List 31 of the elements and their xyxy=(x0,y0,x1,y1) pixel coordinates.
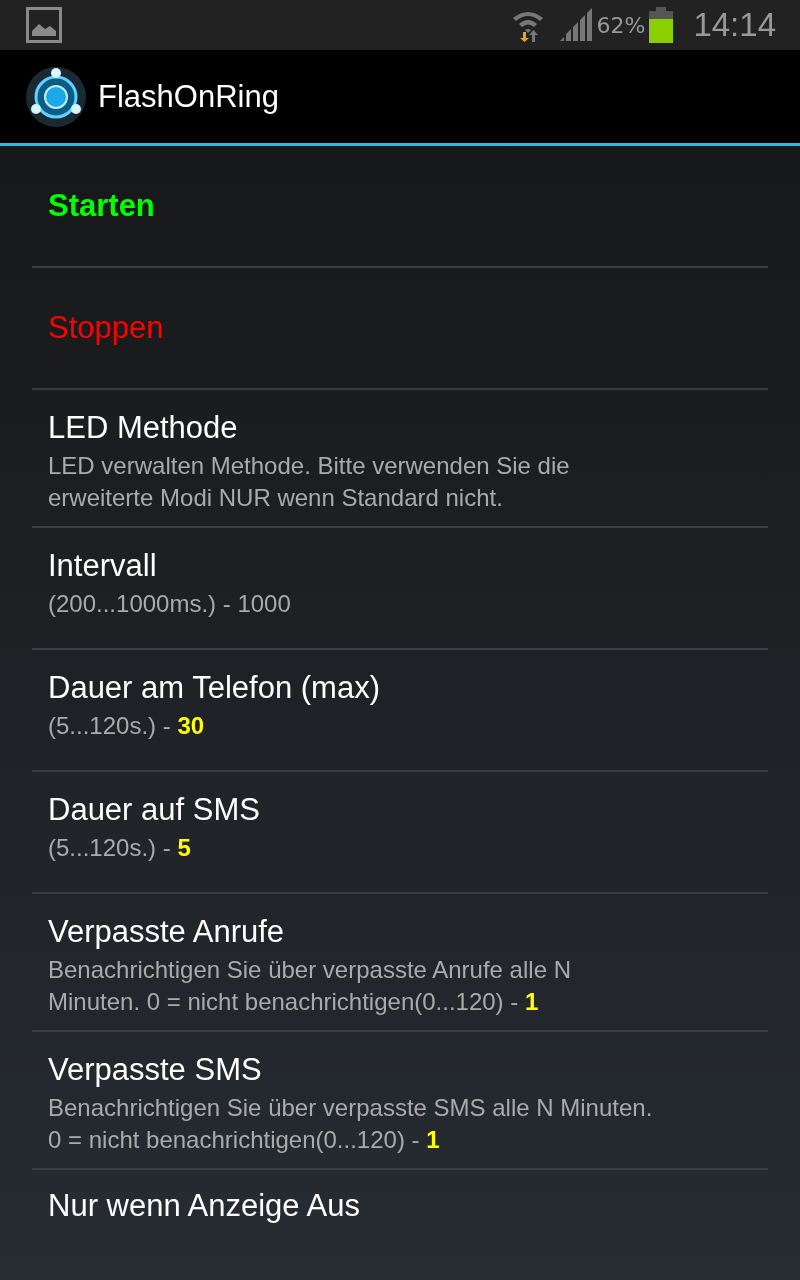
setting-item[interactable]: Verpasste Anrufe Benachrichtigen Sie über verpasste Anrufe alle N Minuten. 0 = nicht benachrichtigen(0...120) - 1 xyxy=(32,894,768,1032)
app-logo-icon xyxy=(24,64,88,129)
setting-item[interactable]: Verpasste SMS Benachrichtigen Sie über verpasste SMS alle N Minuten. 0 = nicht benachrichtigen(0...120) - 1 xyxy=(32,1032,768,1170)
battery-percent: 62% xyxy=(596,12,646,38)
setting-item[interactable]: Dauer am Telefon (max) (5...120s.) - 30 xyxy=(32,650,768,772)
action-title: Stoppen xyxy=(48,310,165,346)
setting-summary: (5...120s.) - 5 xyxy=(48,833,192,863)
setting-summary: (200...1000ms.) - 1000 xyxy=(48,589,292,619)
app-title: FlashOnRing xyxy=(98,78,279,115)
setting-title: Dauer auf SMS xyxy=(48,791,261,829)
picture-notification-icon xyxy=(26,7,62,43)
action-title: Starten xyxy=(48,188,156,224)
setting-title: Nur wenn Anzeige Aus xyxy=(48,1187,361,1225)
setting-summary: (5...120s.) - 30 xyxy=(48,711,206,741)
setting-title: Verpasste SMS xyxy=(48,1051,263,1089)
setting-summary: Benachrichtigen Sie über verpasste Anrufe alle N Minuten. 0 = nicht benachrichtigen(0...120) - 1 xyxy=(48,955,572,1017)
action-item[interactable]: Starten xyxy=(32,146,768,268)
setting-title: LED Methode xyxy=(48,409,239,447)
setting-summary: Benachrichtigen Sie über verpasste SMS alle N Minuten. 0 = nicht benachrichtigen(0...120) - 1 xyxy=(48,1093,654,1155)
signal-icon xyxy=(558,8,593,42)
action-item[interactable]: Stoppen xyxy=(32,268,768,390)
clock: 14:14 xyxy=(693,6,776,44)
setting-title: Intervall xyxy=(48,547,158,585)
battery-icon xyxy=(649,7,674,43)
setting-item[interactable]: LED Methode LED verwalten Methode. Bitte verwenden Sie die erweiterte Modi NUR wenn Standard nicht. xyxy=(32,390,768,528)
setting-summary: LED verwalten Methode. Bitte verwenden Sie die erweiterte Modi NUR wenn Standard nicht. xyxy=(48,451,571,513)
setting-item[interactable]: Dauer auf SMS (5...120s.) - 5 xyxy=(32,772,768,894)
setting-title: Verpasste Anrufe xyxy=(48,913,286,951)
setting-item[interactable]: Nur wenn Anzeige Aus xyxy=(32,1170,768,1280)
setting-item[interactable]: Intervall (200...1000ms.) - 1000 xyxy=(32,528,768,650)
setting-title: Dauer am Telefon (max) xyxy=(48,669,381,707)
